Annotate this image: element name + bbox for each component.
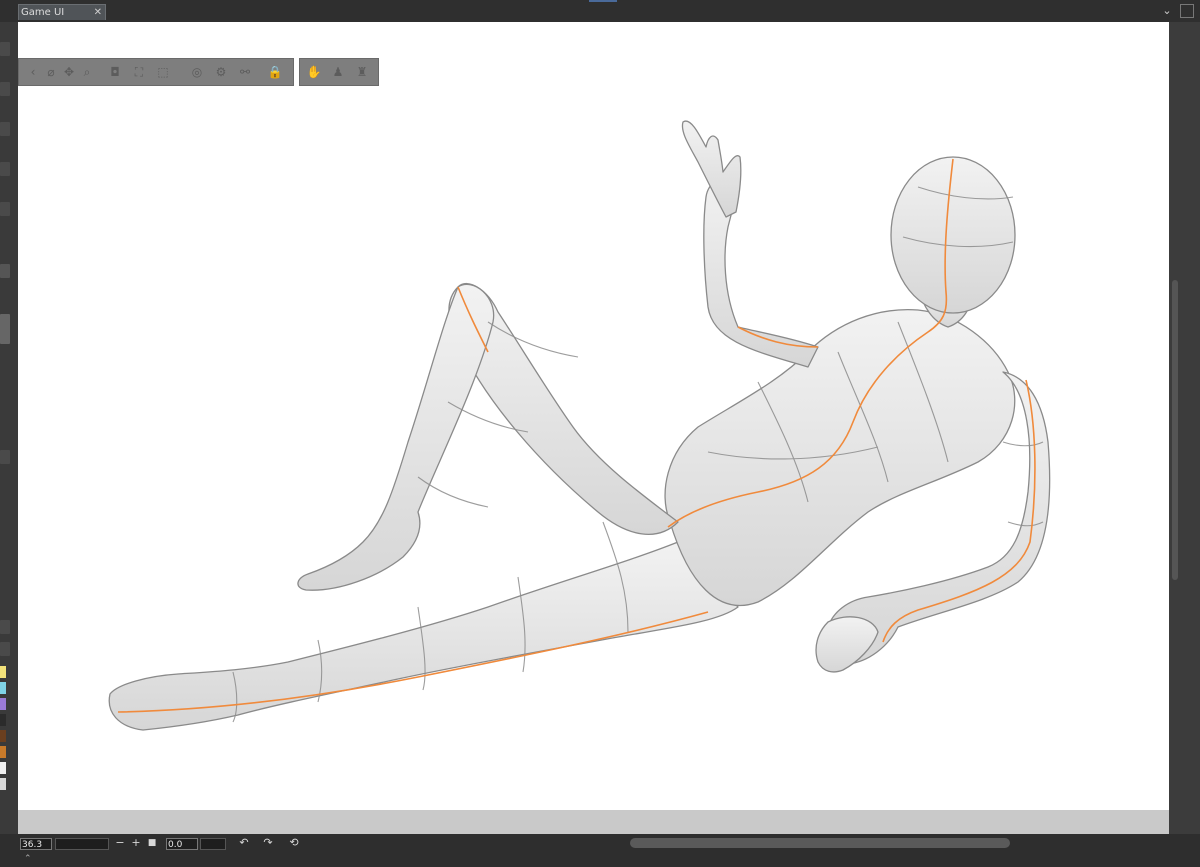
horizontal-scrollbar[interactable] [630, 838, 1010, 848]
viewport-toolbar-pose: ✋ ♟ ♜ [299, 58, 379, 86]
resting-hand [815, 616, 879, 673]
lock-icon[interactable]: 🔒 [267, 64, 283, 80]
zoom-input[interactable]: 36.3 [20, 838, 52, 850]
extended-leg [108, 541, 739, 731]
zoom-out-button[interactable]: − [114, 836, 126, 850]
import-icon[interactable] [0, 642, 10, 656]
torso [664, 308, 1016, 607]
rotate-right-icon[interactable]: ↷ [262, 836, 274, 850]
cube-icon[interactable]: ⬚ [155, 64, 171, 80]
zoom-icon[interactable]: ⌕ [79, 64, 95, 80]
vertical-scrollbar[interactable] [1172, 280, 1178, 580]
dropdown-icon[interactable] [0, 620, 10, 634]
pose-library-icon[interactable]: ♜ [354, 64, 370, 80]
color-swatch[interactable] [0, 714, 6, 726]
tool-slot[interactable] [0, 314, 10, 344]
nav-icon[interactable]: ‹ [25, 64, 41, 80]
link-icon[interactable]: ⚯ [237, 64, 253, 80]
tab-label: Game UI [21, 7, 65, 18]
tool-slot[interactable] [0, 162, 10, 176]
color-swatch[interactable] [0, 682, 6, 694]
head [890, 156, 1016, 314]
color-swatch[interactable] [0, 746, 6, 758]
color-swatch[interactable] [0, 762, 6, 774]
color-swatch[interactable] [0, 698, 6, 710]
expand-icon[interactable]: ⌃ [24, 854, 32, 864]
reset-rotation-icon[interactable]: ⟲ [288, 836, 300, 850]
color-swatch[interactable] [0, 730, 6, 742]
tool-slot[interactable] [0, 202, 10, 216]
canvas-bottom-gutter [18, 810, 1169, 834]
fit-icon[interactable]: ⛶ [131, 64, 147, 80]
tool-slot[interactable] [0, 42, 10, 56]
rotate-left-icon[interactable]: ↶ [238, 836, 250, 850]
hand-pose-icon[interactable]: ✋ [306, 64, 322, 80]
left-tool-strip [0, 22, 18, 867]
color-swatch[interactable] [0, 778, 6, 790]
tab-game-ui[interactable]: Game UI ✕ [18, 4, 106, 20]
tool-slot[interactable] [0, 82, 10, 96]
3d-viewport-canvas[interactable]: ‹ ⌀ ✥ ⌕ ◘ ⛶ ⬚ ◎ ⚙ ⚯ 🔒 ✋ ♟ ♜ [18, 22, 1169, 810]
camera-rotate-icon[interactable]: ⌀ [43, 64, 59, 80]
raised-shin [297, 283, 495, 591]
rotation-slider[interactable] [200, 838, 226, 850]
reset-pose-icon[interactable]: ◎ [189, 64, 205, 80]
zoom-in-button[interactable]: + [130, 836, 142, 850]
zoom-slider[interactable] [55, 838, 109, 850]
stop-button[interactable]: ■ [146, 836, 158, 850]
viewport-toolbar-main: ‹ ⌀ ✥ ⌕ ◘ ⛶ ⬚ ◎ ⚙ ⚯ 🔒 [18, 58, 294, 86]
reclining-figure-3d-model[interactable] [18, 22, 1169, 810]
rotation-input[interactable]: 0.0 [166, 838, 198, 850]
settings-icon[interactable]: ⚙ [213, 64, 229, 80]
camera-pan-icon[interactable]: ✥ [61, 64, 77, 80]
panel-toggle-button[interactable] [1180, 4, 1194, 18]
tab-close-icon[interactable]: ✕ [94, 5, 102, 21]
color-swatch[interactable] [0, 666, 6, 678]
chevron-down-icon[interactable]: ⌄ [1160, 4, 1174, 18]
tab-accent [589, 0, 617, 2]
snapshot-icon[interactable]: ◘ [107, 64, 123, 80]
title-bar [0, 0, 1200, 22]
mannequin-icon[interactable]: ♟ [330, 64, 346, 80]
trash-icon[interactable] [0, 264, 10, 278]
tool-slot[interactable] [0, 122, 10, 136]
search-icon[interactable] [0, 450, 10, 464]
